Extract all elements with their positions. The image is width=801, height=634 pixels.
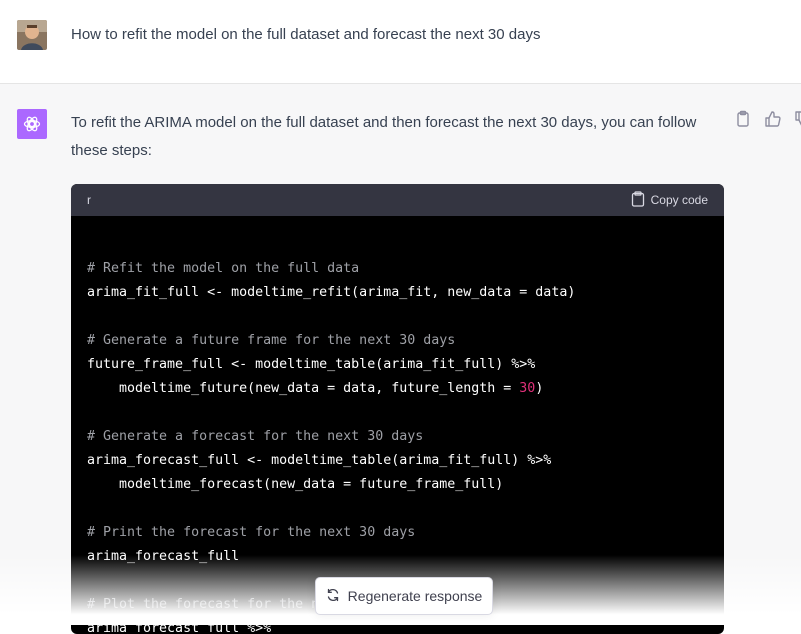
clipboard-icon[interactable] bbox=[734, 110, 752, 128]
code-language-label: r bbox=[87, 193, 91, 207]
chatgpt-logo-icon bbox=[17, 109, 47, 139]
code-comment: # Generate a forecast for the next 30 da… bbox=[87, 429, 424, 444]
code-token: modeltime_forecast(new_data = future_fra… bbox=[87, 477, 504, 492]
code-token: ) bbox=[535, 381, 544, 396]
code-line: # Print the forecast for the next 30 day… bbox=[87, 521, 708, 545]
thumbs-down-icon[interactable] bbox=[794, 110, 801, 128]
code-line: arima_fit_full <- modeltime_refit(arima_… bbox=[87, 281, 708, 305]
code-token: modeltime_future(new_data = data, future… bbox=[87, 381, 520, 396]
code-comment: # Print the forecast for the next 30 day… bbox=[87, 525, 416, 540]
clipboard-icon bbox=[631, 190, 645, 210]
regenerate-response-button[interactable]: Regenerate response bbox=[315, 577, 493, 615]
code-comment: # Generate a future frame for the next 3… bbox=[87, 333, 456, 348]
code-header: r Copy code bbox=[71, 184, 724, 216]
code-line: modeltime_forecast(new_data = future_fra… bbox=[87, 473, 708, 497]
assistant-intro-text: To refit the ARIMA model on the full dat… bbox=[71, 114, 697, 159]
code-number: 30 bbox=[519, 381, 536, 396]
code-line: modeltime_future(new_data = data, future… bbox=[87, 377, 708, 401]
thumbs-up-icon[interactable] bbox=[764, 110, 782, 128]
code-line: arima_forecast_full <- modeltime_table(a… bbox=[87, 449, 708, 473]
code-comment: # Refit the model on the full data bbox=[87, 261, 360, 276]
code-token: future_frame_full <- modeltime_table(ari… bbox=[87, 357, 536, 372]
code-line: # Refit the model on the full data bbox=[87, 257, 708, 281]
code-line: # Generate a future frame for the next 3… bbox=[87, 329, 708, 353]
copy-code-label: Copy code bbox=[650, 193, 708, 207]
user-message-row: How to refit the model on the full datas… bbox=[0, 0, 801, 84]
code-token: arima_forecast_full <- modeltime_table(a… bbox=[87, 453, 552, 468]
copy-code-button[interactable]: Copy code bbox=[631, 190, 708, 210]
assistant-message-row: To refit the ARIMA model on the full dat… bbox=[0, 84, 801, 634]
user-avatar bbox=[17, 20, 47, 50]
code-line: # Generate a forecast for the next 30 da… bbox=[87, 425, 708, 449]
code-token: arima_fit_full <- modeltime_refit(arima_… bbox=[87, 285, 576, 300]
user-message: How to refit the model on the full datas… bbox=[71, 26, 541, 43]
regenerate-label: Regenerate response bbox=[347, 588, 483, 604]
refresh-icon bbox=[326, 588, 340, 605]
message-actions bbox=[734, 110, 801, 128]
code-line: future_frame_full <- modeltime_table(ari… bbox=[87, 353, 708, 377]
